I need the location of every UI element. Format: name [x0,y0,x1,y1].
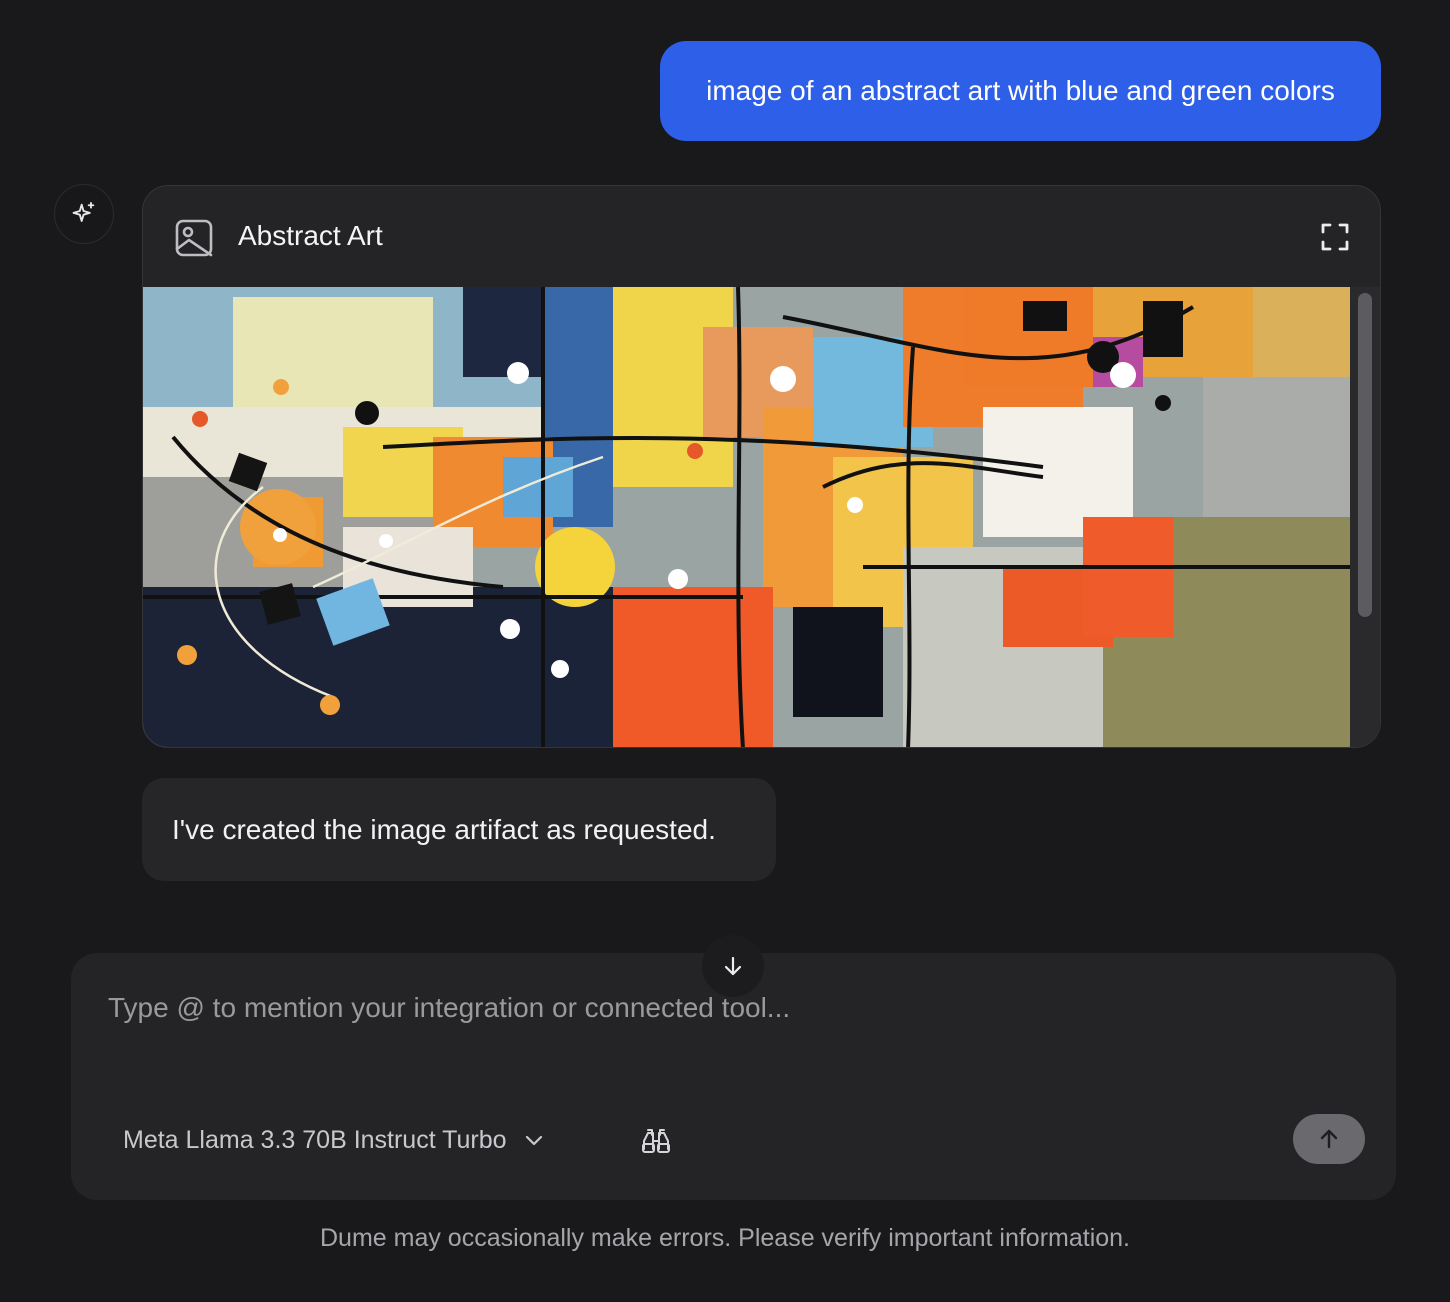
research-tool-button[interactable] [636,1123,676,1159]
image-icon [175,219,213,257]
scroll-to-bottom-button[interactable] [702,935,764,997]
assistant-message: I've created the image artifact as reque… [142,778,776,881]
artifact-scrollbar-thumb[interactable] [1358,293,1372,617]
assistant-avatar [54,184,114,244]
arrow-up-icon [1320,1129,1338,1149]
artifact-scrollbar[interactable] [1350,287,1380,747]
artifact-title: Abstract Art [238,220,383,251]
artifact-body [143,287,1380,747]
binoculars-icon [642,1129,670,1153]
artifact-header: Abstract Art [143,186,1380,287]
disclaimer-text: Dume may occasionally make errors. Pleas… [319,1224,1131,1252]
model-selector[interactable]: Meta Llama 3.3 70B Instruct Turbo [123,1120,545,1160]
model-selector-label: Meta Llama 3.3 70B Instruct Turbo [123,1125,507,1154]
user-message: image of an abstract art with blue and g… [660,41,1381,141]
image-artifact-card: Abstract Art [142,185,1381,748]
expand-icon[interactable] [1320,222,1350,252]
sparkle-icon [72,201,95,222]
send-button[interactable] [1293,1114,1365,1164]
chat-page: image of an abstract art with blue and g… [0,0,1450,1302]
abstract-art-image [143,287,1351,747]
assistant-message-text: I've created the image artifact as reque… [172,813,716,845]
chevron-down-icon [525,1135,542,1146]
user-message-text: image of an abstract art with blue and g… [706,75,1335,106]
arrow-down-icon [724,956,742,976]
